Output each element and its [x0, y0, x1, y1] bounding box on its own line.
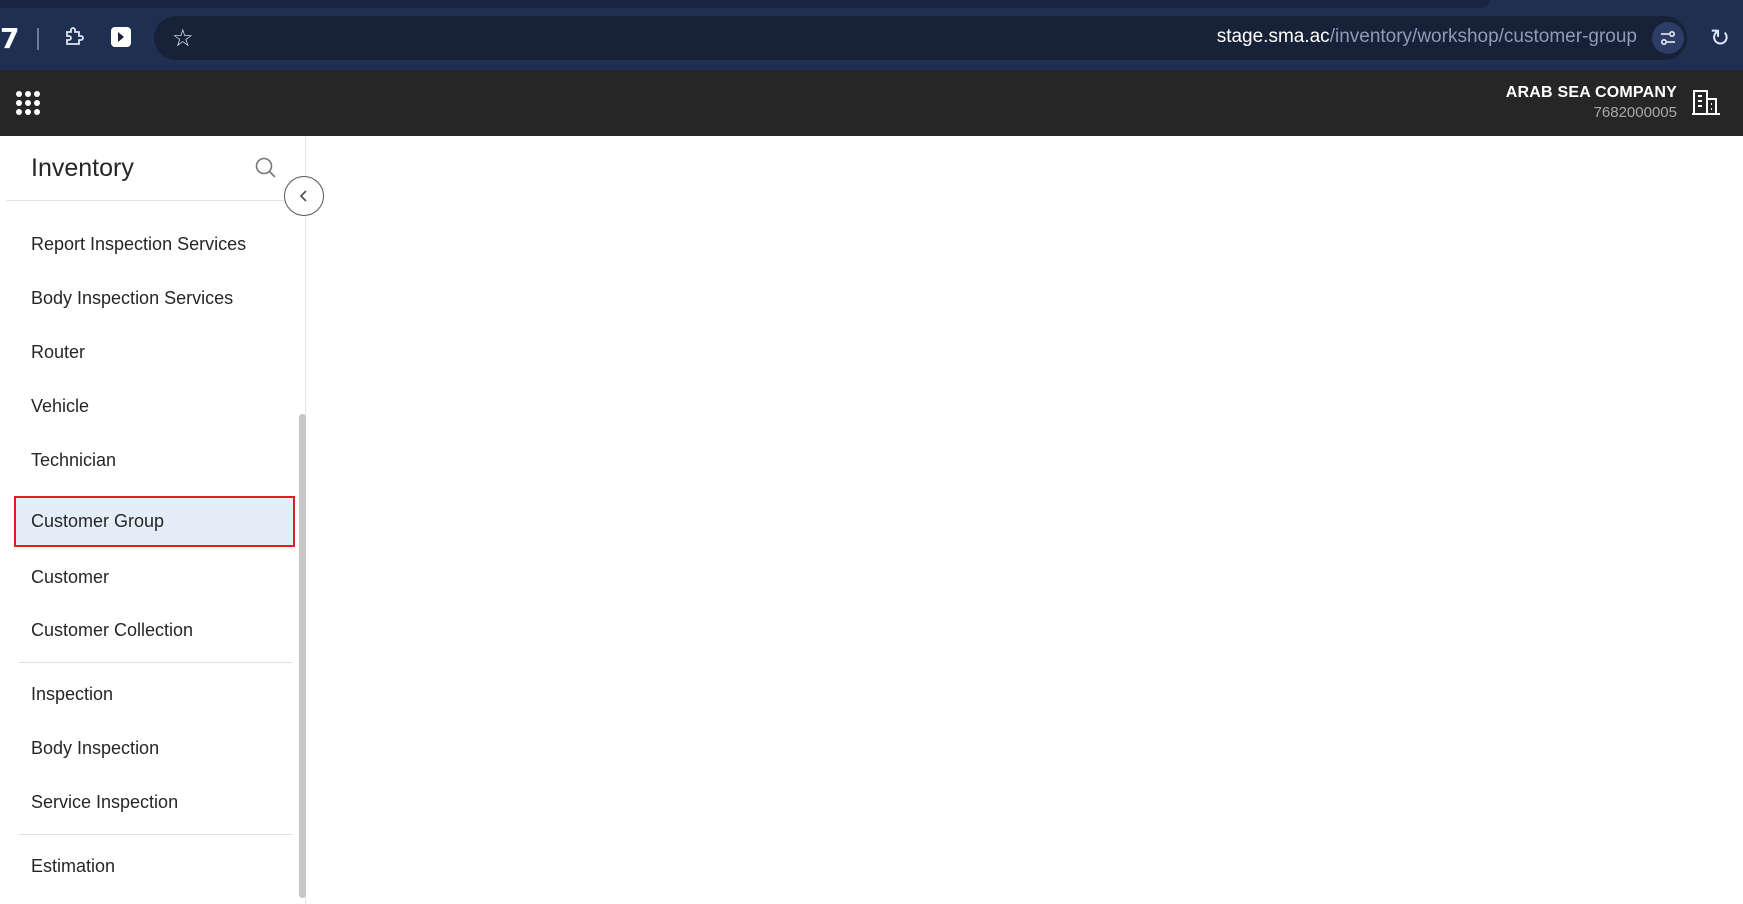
browser-toolbar: 7 ☆ stage.sma.ac/inventory/workshop/cust…	[0, 0, 1743, 70]
sidebar: Inventory Report Inspection Services Bod…	[6, 136, 306, 904]
site-settings-icon[interactable]	[1652, 22, 1684, 54]
bookmark-star-icon[interactable]: ☆	[172, 24, 194, 52]
sidebar-scrollbar[interactable]	[299, 414, 306, 898]
company-info[interactable]: ARAB SEA COMPANY 7682000005	[1506, 84, 1677, 121]
sidebar-item-service-inspection[interactable]: Service Inspection	[31, 792, 178, 813]
extension-app-icon[interactable]	[108, 24, 134, 50]
url-text[interactable]: stage.sma.ac/inventory/workshop/customer…	[1217, 26, 1637, 48]
url-host: stage.sma.ac	[1216, 26, 1330, 47]
sidebar-item-report-inspection-services[interactable]: Report Inspection Services	[31, 234, 246, 255]
tab-strip	[0, 0, 1490, 8]
sidebar-divider	[19, 834, 292, 835]
sidebar-item-body-inspection-services[interactable]: Body Inspection Services	[31, 288, 233, 309]
sidebar-item-router[interactable]: Router	[31, 342, 85, 363]
app-header: ARAB SEA COMPANY 7682000005	[0, 70, 1743, 136]
sidebar-header: Inventory	[6, 136, 306, 201]
search-icon[interactable]	[254, 156, 278, 180]
sidebar-item-estimation[interactable]: Estimation	[31, 856, 115, 877]
sidebar-item-technician[interactable]: Technician	[31, 450, 116, 471]
company-name: ARAB SEA COMPANY	[1505, 84, 1677, 101]
sidebar-item-label: Customer Group	[31, 511, 165, 531]
toolbar-divider	[37, 28, 39, 50]
apps-grid-icon[interactable]	[16, 91, 40, 115]
chevron-left-icon	[299, 190, 307, 202]
building-icon[interactable]	[1691, 87, 1721, 117]
reload-icon[interactable]: ↻	[1710, 24, 1730, 52]
sidebar-item-customer-group[interactable]: Customer Group	[14, 496, 295, 547]
sidebar-item-customer[interactable]: Customer	[31, 567, 109, 588]
url-path: /inventory/workshop/customer-group	[1329, 26, 1637, 47]
collapse-sidebar-button[interactable]	[284, 176, 324, 216]
sidebar-title: Inventory	[31, 154, 134, 182]
company-id: 7682000005	[1593, 104, 1677, 121]
sidebar-item-customer-collection[interactable]: Customer Collection	[31, 620, 193, 641]
sidebar-divider	[19, 662, 292, 663]
main-content: Inventory Report Inspection Services Bod…	[0, 136, 1743, 904]
sidebar-item-body-inspection[interactable]: Body Inspection	[31, 738, 159, 759]
sidebar-item-vehicle[interactable]: Vehicle	[31, 396, 89, 417]
sidebar-item-inspection[interactable]: Inspection	[31, 684, 113, 705]
tab-fragment[interactable]: 7	[0, 22, 19, 55]
extensions-icon[interactable]	[61, 24, 87, 50]
